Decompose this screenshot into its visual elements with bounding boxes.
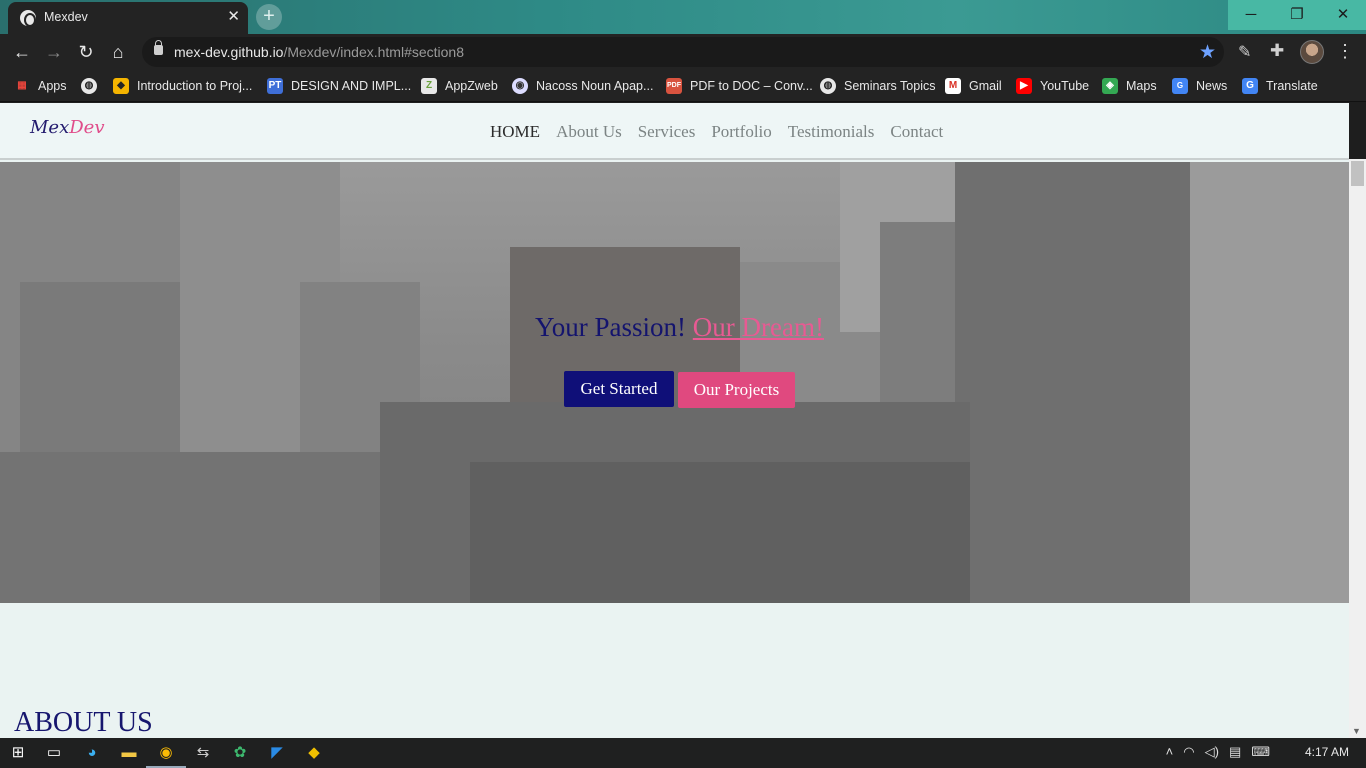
address-bar[interactable]: mex-dev.github.io/Mexdev/index.html#sect… — [142, 37, 1224, 67]
globe-icon: ◍ — [820, 78, 836, 94]
system-tray: ˄ ◠ ◁) ▤ ⌨ — [1166, 744, 1270, 760]
bookmarks-bar: ▦ Apps ◍ ◆ Introduction to Proj... PT DESIG… — [0, 70, 1366, 102]
bookmark-globe[interactable]: ◍ — [81, 76, 105, 96]
task-view-icon[interactable]: ▭ — [42, 741, 66, 765]
bookmark-star-icon[interactable]: ★ — [1199, 41, 1216, 64]
profile-avatar[interactable] — [1300, 40, 1324, 64]
bookmark-apps[interactable]: ▦ Apps — [14, 76, 66, 96]
shield-icon: ◆ — [113, 78, 129, 94]
new-tab-button[interactable]: + — [256, 4, 282, 30]
browser-titlebar: Mexdev ✕ + ─ ❐ ✕ — [0, 0, 1366, 34]
back-button[interactable]: ← — [10, 41, 34, 63]
web-page: MexDev HOME About Us Services Portfolio … — [0, 103, 1349, 738]
bookmark-appzweb[interactable]: Z AppZweb — [421, 76, 498, 96]
hero-section: Your Passion! Our Dream! Get Started Our… — [0, 162, 1349, 603]
browser-toolbar: ← → ↻ ⌂ mex-dev.github.io/Mexdev/index.h… — [0, 34, 1366, 70]
our-projects-button[interactable]: Our Projects — [678, 372, 795, 408]
bookmark-pdf[interactable]: PDF PDF to DOC – Conv... — [666, 76, 813, 96]
bookmark-translate[interactable]: G Translate — [1242, 76, 1318, 96]
hero-headline: Your Passion! Our Dream! — [0, 312, 1349, 343]
app-icon[interactable]: ⇆ — [191, 741, 215, 765]
get-started-button[interactable]: Get Started — [564, 371, 674, 407]
bookmark-introduction[interactable]: ◆ Introduction to Proj... — [113, 76, 252, 96]
vscode-icon[interactable]: ◤ — [265, 741, 289, 765]
nav-contact[interactable]: Contact — [890, 122, 943, 142]
notification-icon[interactable]: ▤ — [1229, 744, 1241, 760]
translate-icon: G — [1242, 78, 1258, 94]
bookmark-design[interactable]: PT DESIGN AND IMPL... — [267, 76, 411, 96]
windows-taskbar: ⊞ ▭ ◕ ▬ ◉ ⇆ ✿ ◤ ◆ ˄ ◠ ◁) ▤ ⌨ 4:17 AM — [0, 738, 1366, 768]
pen-extension-icon[interactable]: ✎ — [1238, 42, 1251, 62]
chrome-icon[interactable]: ◉ — [146, 741, 186, 768]
reload-button[interactable]: ↻ — [74, 41, 98, 63]
browser-tab[interactable]: Mexdev ✕ — [8, 2, 248, 34]
scroll-down-arrow-icon[interactable]: ▼ — [1352, 726, 1361, 736]
keyboard-icon[interactable]: ⌨ — [1251, 744, 1270, 760]
bookmark-news[interactable]: G News — [1172, 76, 1227, 96]
nav-about-us[interactable]: About Us — [556, 122, 622, 142]
show-hidden-icons-icon[interactable]: ˄ — [1166, 744, 1174, 760]
nav-portfolio[interactable]: Portfolio — [711, 122, 771, 142]
git-icon[interactable]: ◆ — [302, 741, 326, 765]
windows-start-icon[interactable]: ⊞ — [6, 741, 30, 765]
nav-home[interactable]: HOME — [490, 122, 540, 142]
pdf-icon: PDF — [666, 78, 682, 94]
youtube-icon: ▶ — [1016, 78, 1032, 94]
page-scrollbar[interactable]: ▼ — [1349, 159, 1366, 738]
home-button[interactable]: ⌂ — [106, 41, 130, 63]
site-menu: HOME About Us Services Portfolio Testimo… — [490, 122, 943, 142]
apps-grid-icon: ▦ — [17, 80, 27, 91]
gmail-icon: M — [945, 78, 961, 94]
bookmark-maps[interactable]: ◈ Maps — [1102, 76, 1157, 96]
bookmark-youtube[interactable]: ▶ YouTube — [1016, 76, 1089, 96]
wifi-icon[interactable]: ◠ — [1183, 744, 1194, 760]
minimize-button[interactable]: ─ — [1228, 0, 1274, 30]
z-icon: Z — [421, 78, 437, 94]
file-explorer-icon[interactable]: ▬ — [117, 741, 141, 765]
hero-text-passion: Your Passion! — [535, 312, 687, 342]
site-logo[interactable]: MexDev — [30, 117, 105, 138]
hero-text-dream[interactable]: Our Dream! — [693, 312, 824, 342]
tab-title: Mexdev — [44, 10, 88, 24]
bookmark-nacoss[interactable]: ◉ Nacoss Noun Apap... — [512, 76, 653, 96]
bookmark-gmail[interactable]: M Gmail — [945, 76, 1002, 96]
green-app-icon[interactable]: ✿ — [228, 741, 252, 765]
extensions-icon[interactable]: ✚ — [1270, 41, 1284, 61]
url-text: mex-dev.github.io/Mexdev/index.html#sect… — [174, 44, 465, 60]
forward-button[interactable]: → — [42, 41, 66, 63]
close-window-button[interactable]: ✕ — [1320, 0, 1366, 30]
lock-icon[interactable] — [154, 40, 163, 55]
about-us-heading: ABOUT US — [14, 707, 153, 738]
edge-icon[interactable]: ◕ — [80, 741, 104, 765]
restore-button[interactable]: ❐ — [1274, 0, 1320, 30]
volume-icon[interactable]: ◁) — [1205, 744, 1219, 760]
scrollbar-thumb[interactable] — [1351, 161, 1364, 186]
globe-icon: ◍ — [81, 78, 97, 94]
globe-icon — [20, 10, 36, 27]
site-navbar: MexDev HOME About Us Services Portfolio … — [0, 103, 1349, 160]
nav-testimonials[interactable]: Testimonials — [788, 122, 875, 142]
nav-services[interactable]: Services — [638, 122, 696, 142]
taskbar-clock[interactable]: 4:17 AM — [1305, 745, 1349, 759]
news-icon: G — [1172, 78, 1188, 94]
maps-icon: ◈ — [1102, 78, 1118, 94]
pt-icon: PT — [267, 78, 283, 94]
nacoss-icon: ◉ — [512, 78, 528, 94]
bookmark-seminars[interactable]: ◍ Seminars Topics — [820, 76, 935, 96]
browser-menu-icon[interactable]: ⋮ — [1336, 40, 1354, 62]
close-tab-icon[interactable]: ✕ — [227, 8, 240, 26]
